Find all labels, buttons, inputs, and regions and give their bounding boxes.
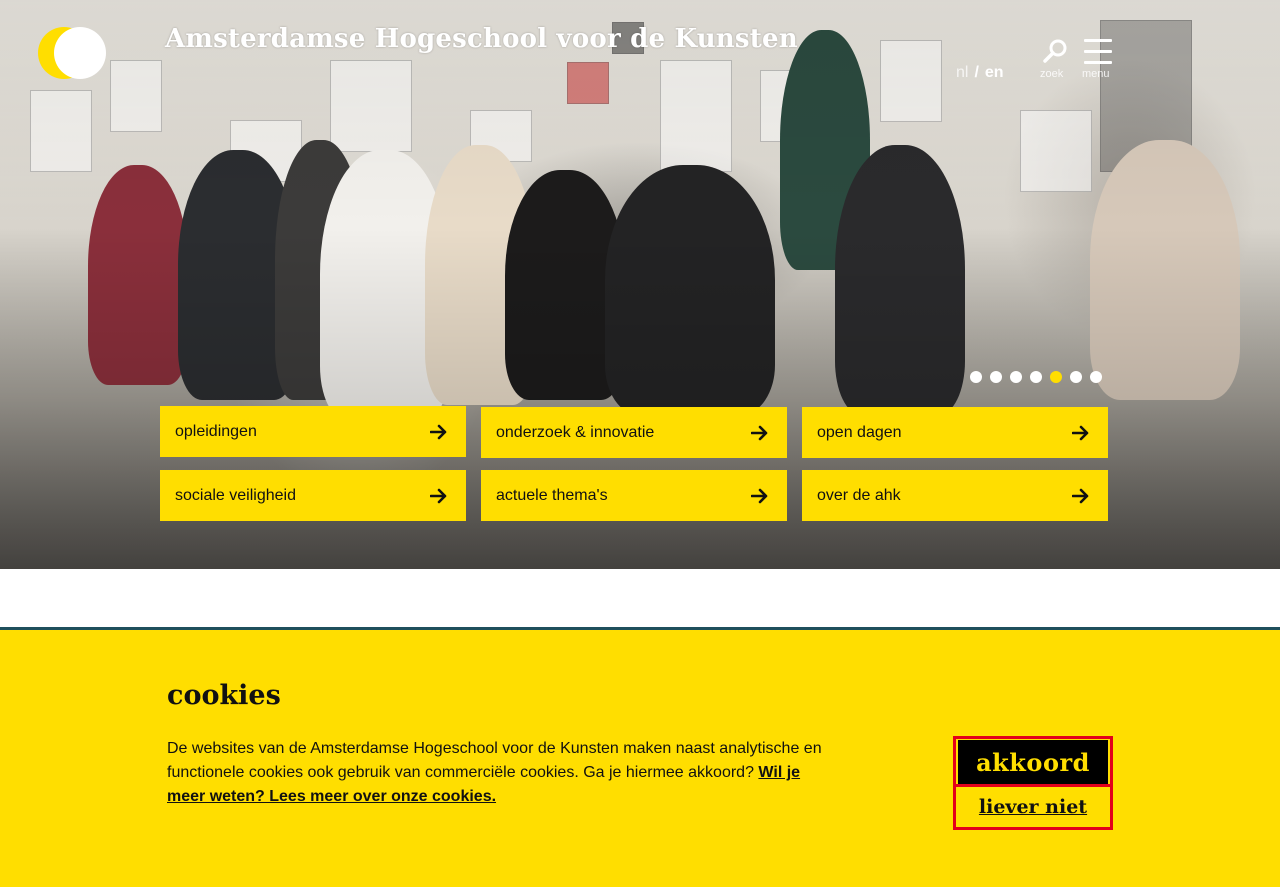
slider-dot-3[interactable]: [1010, 371, 1022, 383]
nav-tile-label: sociale veiligheid: [175, 486, 296, 504]
arrow-right-icon: [1072, 488, 1089, 503]
decline-cookies-button[interactable]: liever niet: [958, 788, 1108, 826]
nav-tile-actuele-themas[interactable]: actuele thema's: [481, 470, 787, 521]
nav-tile-opleidingen[interactable]: opleidingen: [160, 406, 466, 457]
slider-dot-2[interactable]: [990, 371, 1002, 383]
cookie-title: cookies: [167, 680, 281, 711]
nav-tile-label: opleidingen: [175, 422, 257, 440]
nav-tile-sociale-veiligheid[interactable]: sociale veiligheid: [160, 470, 466, 521]
arrow-right-icon: [1072, 425, 1089, 440]
search-button[interactable]: zoek: [1040, 36, 1070, 82]
arrow-right-icon: [751, 488, 768, 503]
search-label: zoek: [1040, 68, 1064, 80]
slider-dots: [970, 371, 1110, 383]
nav-tile-open-dagen[interactable]: open dagen: [802, 407, 1108, 458]
nav-tile-onderzoek-innovatie[interactable]: onderzoek & innovatie: [481, 407, 787, 458]
ahk-logo[interactable]: [38, 27, 106, 79]
accept-cookies-button[interactable]: akkoord: [958, 740, 1108, 784]
language-switch: nl / en: [956, 64, 1010, 82]
lang-en-link[interactable]: en: [985, 64, 1004, 81]
arrow-right-icon: [430, 488, 447, 503]
nav-tile-label: open dagen: [817, 423, 902, 441]
site-title[interactable]: Amsterdamse Hogeschool voor de Kunsten: [165, 24, 798, 54]
lang-nl-link[interactable]: nl: [956, 64, 968, 81]
cookie-message: De websites van de Amsterdamse Hogeschoo…: [167, 737, 827, 809]
arrow-right-icon: [751, 425, 768, 440]
slider-dot-6[interactable]: [1070, 371, 1082, 383]
cookie-text: De websites van de Amsterdamse Hogeschoo…: [167, 740, 822, 781]
arrow-right-icon: [430, 424, 447, 439]
slider-dot-4[interactable]: [1030, 371, 1042, 383]
nav-tile-label: over de ahk: [817, 486, 901, 504]
nav-tile-label: actuele thema's: [496, 486, 608, 504]
nav-tile-label: onderzoek & innovatie: [496, 423, 655, 441]
menu-label: menu: [1082, 68, 1110, 80]
slider-dot-7[interactable]: [1090, 371, 1102, 383]
search-icon: [1043, 39, 1067, 63]
nav-tile-over-de-ahk[interactable]: over de ahk: [802, 470, 1108, 521]
slider-dot-5[interactable]: [1050, 371, 1062, 383]
slider-dot-1[interactable]: [970, 371, 982, 383]
menu-button[interactable]: menu: [1082, 36, 1116, 82]
lang-separator: /: [974, 64, 979, 81]
